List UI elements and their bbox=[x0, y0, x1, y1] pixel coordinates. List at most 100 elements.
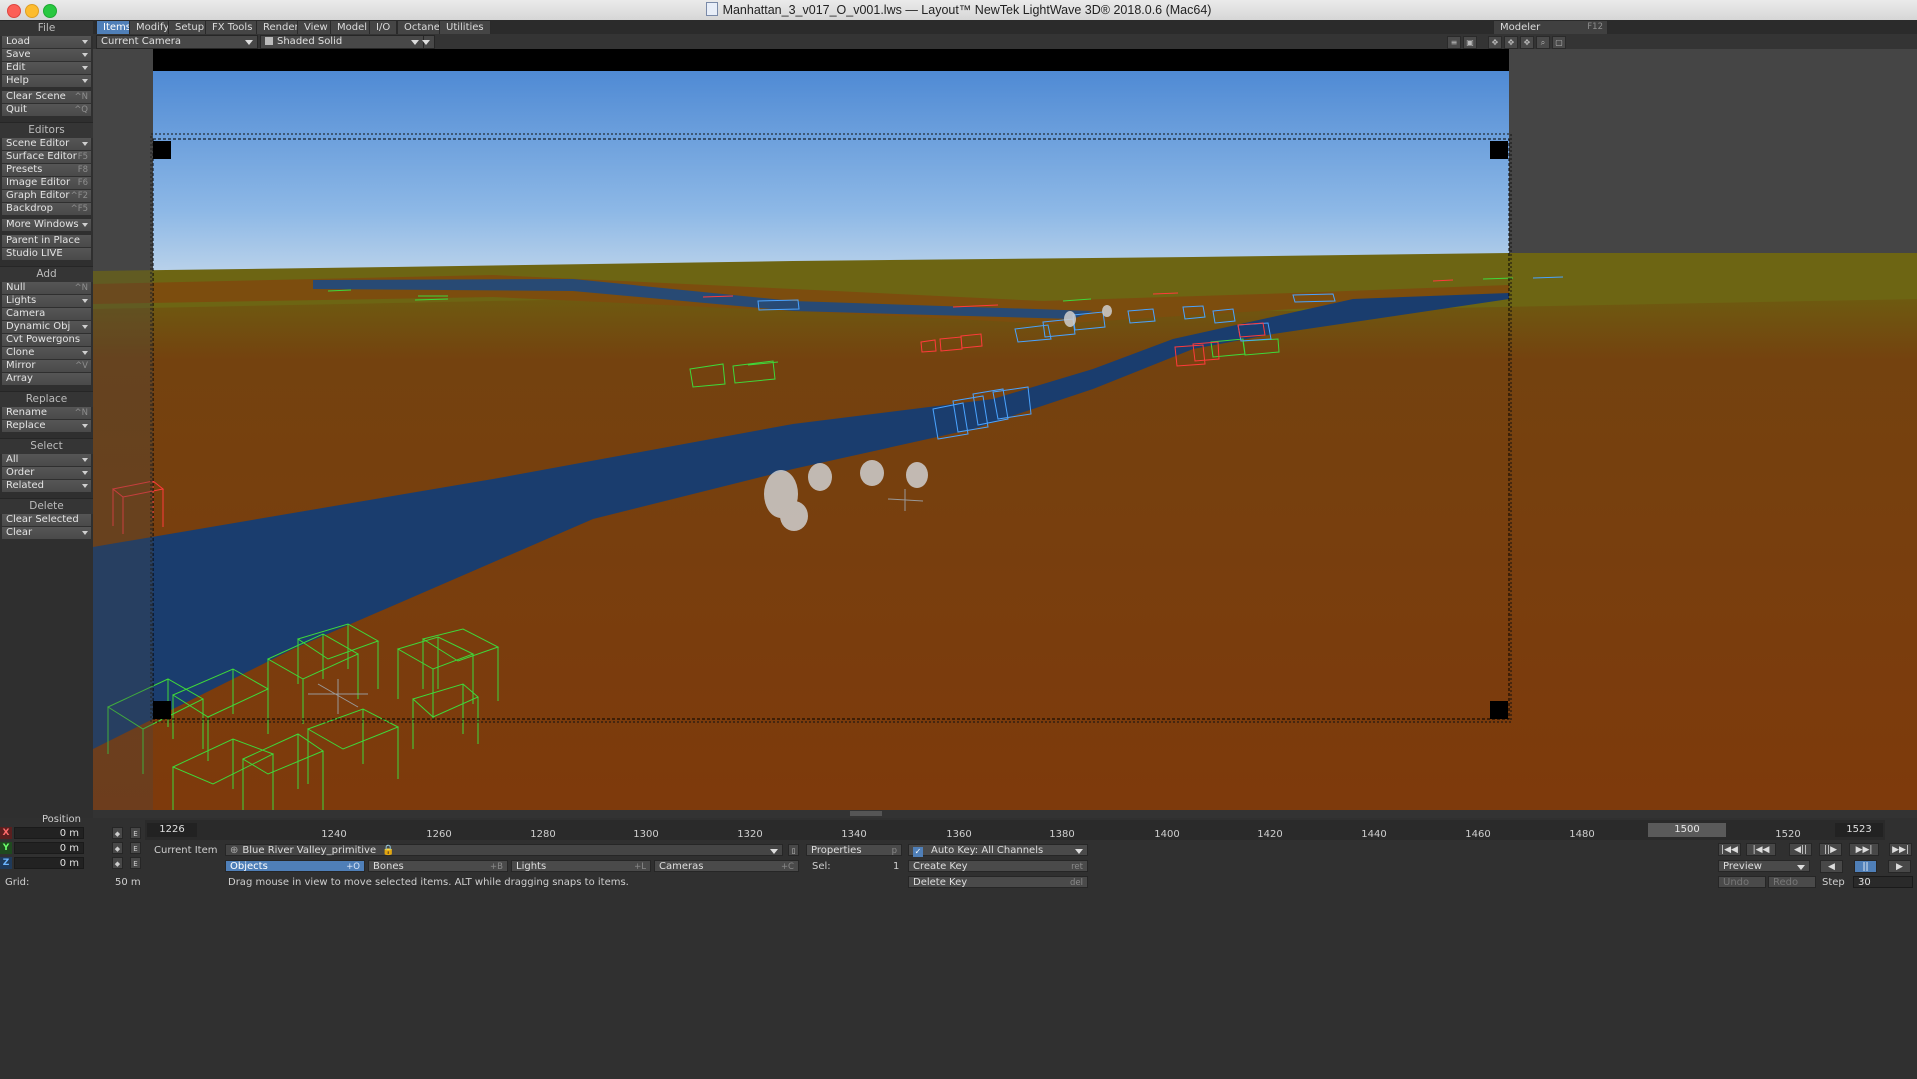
clear-selected-label: Clear Selected bbox=[6, 514, 79, 526]
quit-button[interactable]: Quit ^Q bbox=[2, 103, 91, 117]
current-item-select[interactable]: ⊕ Blue River Valley_primitive 🔒 bbox=[225, 844, 783, 856]
play-reverse-button[interactable]: ◀ bbox=[1820, 860, 1843, 873]
load-button[interactable]: Load bbox=[2, 36, 91, 49]
surface-editor-label: Surface Editor bbox=[6, 151, 77, 162]
scene-editor-button[interactable]: Scene Editor bbox=[2, 138, 91, 151]
position-y-field[interactable]: 0 m bbox=[14, 842, 84, 854]
viewport-options-menu[interactable] bbox=[422, 35, 435, 49]
undo-button[interactable]: Undo bbox=[1718, 876, 1766, 888]
y-link-toggle[interactable]: ◆ bbox=[112, 842, 123, 854]
camera-select[interactable]: Current Camera bbox=[96, 35, 258, 49]
x-axis-badge[interactable]: X bbox=[0, 827, 12, 839]
current-frame-slider[interactable]: 1500 bbox=[1648, 823, 1726, 837]
magnify-view-icon[interactable]: ⌕ bbox=[1536, 36, 1550, 49]
redo-button[interactable]: Redo bbox=[1768, 876, 1816, 888]
tick-1340: 1340 bbox=[841, 829, 867, 840]
timeline-scrub-strip[interactable] bbox=[93, 810, 1917, 818]
tab-fx-tools[interactable]: FX Tools bbox=[205, 20, 260, 35]
auto-key-select[interactable]: ✓ Auto Key: All Channels bbox=[908, 844, 1088, 857]
lights-label: Lights bbox=[6, 294, 37, 306]
more-windows-button[interactable]: More Windows bbox=[2, 218, 91, 232]
y-axis-badge[interactable]: Y bbox=[0, 842, 12, 854]
x-envelope-button[interactable]: E bbox=[130, 827, 141, 839]
z-link-toggle[interactable]: ◆ bbox=[112, 857, 123, 869]
all-button[interactable]: All bbox=[2, 454, 91, 467]
create-key-button[interactable]: Create Key ret bbox=[908, 860, 1088, 872]
modeler-button[interactable]: Modeler F12 bbox=[1493, 20, 1608, 35]
viewport-maximize-icon[interactable]: ▣ bbox=[1463, 36, 1477, 49]
clone-button[interactable]: Clone bbox=[2, 346, 91, 359]
go-to-start-button[interactable]: |◀◀ bbox=[1718, 843, 1741, 856]
position-x-field[interactable]: 0 m bbox=[14, 827, 84, 839]
null-button[interactable]: Null ^N bbox=[2, 281, 91, 295]
start-frame-field[interactable]: 1226 bbox=[147, 823, 197, 837]
image-editor-button[interactable]: Image Editor F6 bbox=[2, 176, 91, 190]
tab-io[interactable]: I/O bbox=[369, 20, 398, 35]
rename-button[interactable]: Rename ^N bbox=[2, 406, 91, 420]
backdrop-button[interactable]: Backdrop ^F5 bbox=[2, 202, 91, 216]
mirror-button[interactable]: Mirror ^V bbox=[2, 359, 91, 372]
properties-button[interactable]: Properties p bbox=[806, 844, 902, 856]
scrub-handle[interactable] bbox=[850, 811, 882, 816]
surface-editor-button[interactable]: Surface Editor F5 bbox=[2, 151, 91, 164]
tab-model[interactable]: Model bbox=[330, 20, 375, 35]
bones-type-shortcut: +B bbox=[490, 862, 503, 872]
chevron-down-icon bbox=[411, 40, 419, 45]
replace-button[interactable]: Replace bbox=[2, 419, 91, 433]
order-button[interactable]: Order bbox=[2, 467, 91, 480]
3d-viewport[interactable] bbox=[93, 49, 1917, 810]
preview-select[interactable]: Preview bbox=[1718, 860, 1810, 872]
step-field[interactable]: 30 bbox=[1853, 876, 1913, 888]
delete-key-button[interactable]: Delete Key del bbox=[908, 876, 1088, 888]
dynamic-obj-button[interactable]: Dynamic Obj bbox=[2, 320, 91, 334]
help-button[interactable]: Help bbox=[2, 74, 91, 88]
mirror-label: Mirror bbox=[6, 359, 36, 371]
tick-1360: 1360 bbox=[946, 829, 972, 840]
frame-ruler[interactable]: 1226 1240 1260 1280 1300 1320 1340 1360 … bbox=[145, 820, 1885, 840]
lights-type-button[interactable]: Lights +L bbox=[511, 860, 651, 872]
chevron-down-icon bbox=[82, 350, 88, 355]
fit-view-icon[interactable]: ▢ bbox=[1552, 36, 1566, 49]
zoom-view-icon[interactable]: ✥ bbox=[1520, 36, 1534, 49]
cvt-powergons-button[interactable]: Cvt Powergons bbox=[2, 333, 91, 347]
y-envelope-button[interactable]: E bbox=[130, 842, 141, 854]
viewport-list-icon[interactable]: ≡ bbox=[1447, 36, 1461, 49]
zoom-window-button[interactable] bbox=[43, 4, 57, 18]
cameras-type-label: Cameras bbox=[659, 861, 704, 872]
camera-button[interactable]: Camera bbox=[2, 307, 91, 321]
related-button[interactable]: Related bbox=[2, 480, 91, 493]
parent-in-place-button[interactable]: Parent in Place bbox=[2, 234, 91, 247]
x-link-toggle[interactable]: ◆ bbox=[112, 827, 123, 839]
clear-selected-button[interactable]: Clear Selected bbox=[2, 514, 91, 527]
next-frame-button[interactable]: ||▶ bbox=[1819, 843, 1842, 856]
clear-scene-button[interactable]: Clear Scene ^N bbox=[2, 90, 91, 104]
go-to-end-button[interactable]: ▶▶| bbox=[1889, 843, 1912, 856]
graph-editor-button[interactable]: Graph Editor ^F2 bbox=[2, 189, 91, 203]
minimize-window-button[interactable] bbox=[25, 4, 39, 18]
z-axis-badge[interactable]: Z bbox=[0, 857, 12, 869]
studio-live-button[interactable]: Studio LIVE bbox=[2, 247, 91, 260]
z-envelope-button[interactable]: E bbox=[130, 857, 141, 869]
lights-button[interactable]: Lights bbox=[2, 294, 91, 308]
clear-button[interactable]: Clear bbox=[2, 527, 91, 540]
array-button[interactable]: Array bbox=[2, 372, 91, 385]
position-z-field[interactable]: 0 m bbox=[14, 857, 84, 869]
move-view-icon[interactable]: ✥ bbox=[1488, 36, 1502, 49]
previous-frame-button[interactable]: ◀|| bbox=[1789, 843, 1812, 856]
next-key-button[interactable]: ▶▶| bbox=[1849, 843, 1879, 856]
pause-button[interactable]: || bbox=[1854, 860, 1877, 873]
objects-type-button[interactable]: Objects +O bbox=[225, 860, 365, 872]
previous-key-button[interactable]: |◀◀ bbox=[1746, 843, 1776, 856]
save-button[interactable]: Save bbox=[2, 48, 91, 62]
end-frame-field[interactable]: 1523 bbox=[1835, 823, 1883, 837]
item-list-toggle[interactable]: ▯ bbox=[788, 844, 799, 856]
bones-type-button[interactable]: Bones +B bbox=[368, 860, 508, 872]
rotate-view-icon[interactable]: ✥ bbox=[1504, 36, 1518, 49]
tab-utilities[interactable]: Utilities bbox=[439, 20, 491, 35]
edit-button[interactable]: Edit bbox=[2, 61, 91, 75]
close-window-button[interactable] bbox=[7, 4, 21, 18]
play-button[interactable]: ▶ bbox=[1888, 860, 1911, 873]
presets-button[interactable]: Presets F8 bbox=[2, 163, 91, 177]
render-mode-select[interactable]: Shaded Solid bbox=[260, 35, 424, 49]
cameras-type-button[interactable]: Cameras +C bbox=[654, 860, 799, 872]
